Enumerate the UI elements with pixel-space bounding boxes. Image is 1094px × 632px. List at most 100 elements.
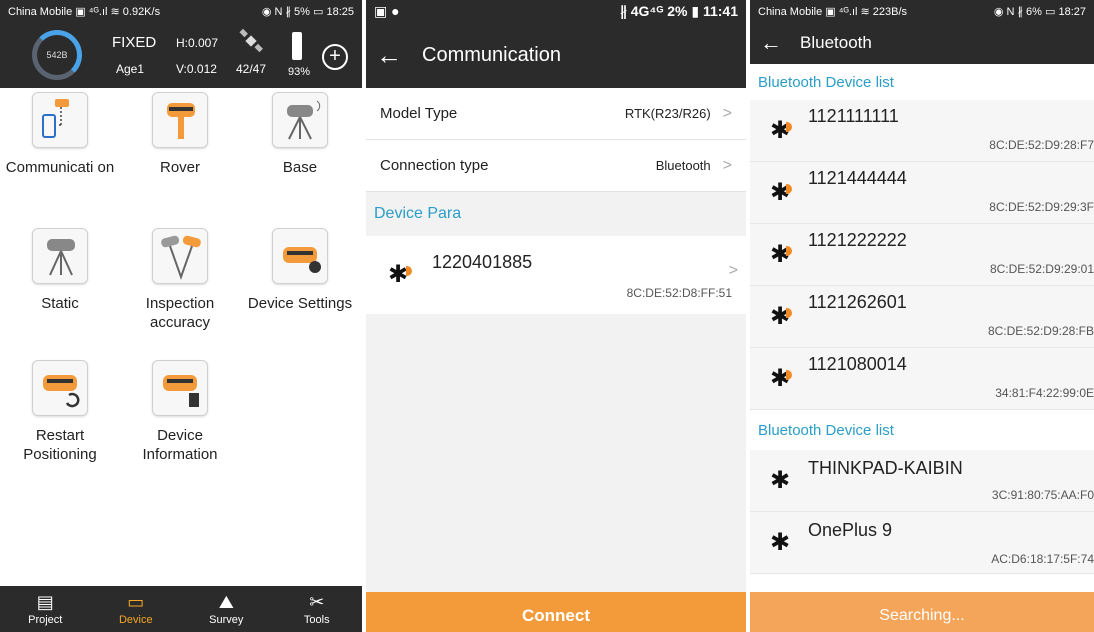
nav-label: Tools	[303, 614, 330, 626]
device-mac: 8C:DE:52:D9:29:01	[989, 262, 1094, 276]
tile-label: Device Information	[142, 427, 218, 463]
fix-status: FIXED	[112, 34, 157, 51]
tile-label: Inspection accuracy	[145, 295, 215, 331]
bt-device-item[interactable]: ✱ 1121444444 8C:DE:52:D9:29:3F	[750, 162, 1094, 224]
survey-icon: ⛰	[218, 592, 234, 612]
nav-label: Project	[28, 614, 63, 626]
bt-device-item[interactable]: ✱ 1121262601 8C:DE:52:D9:28:FB	[750, 286, 1094, 348]
base-station-icon	[272, 92, 328, 148]
section-header-found: Bluetooth Device list	[750, 410, 1094, 450]
section-header: Device Para	[374, 205, 462, 222]
back-arrow-icon[interactable]: ←	[376, 40, 402, 71]
bluetooth-icon: ✱	[770, 241, 791, 268]
device-name: 1121262601	[808, 292, 907, 312]
add-icon[interactable]: +	[322, 44, 348, 70]
tile-label: Rover	[159, 159, 200, 176]
status-bar: ▣ ● ∦ 4G⁴ᴳ 2% ▮ 11:41	[366, 0, 746, 22]
tile-rover[interactable]: Rover	[120, 92, 240, 177]
bt-device-item[interactable]: ✱ 1121222222 8C:DE:52:D9:29:01	[750, 224, 1094, 286]
status-right: ◉ N ∦ 5% ▭ 18:25	[261, 5, 354, 18]
tile-device-information[interactable]: Device Information	[120, 360, 240, 464]
restart-icon	[32, 360, 88, 416]
gnss-status-header: 542B FIXED Age1 H:0.007 V:0.012 42/47 93…	[0, 22, 362, 88]
nav-project[interactable]: ▤ Project	[0, 586, 91, 632]
chevron-right-icon: >	[722, 156, 732, 174]
tile-inspection-accuracy[interactable]: Inspection accuracy	[120, 228, 240, 332]
bluetooth-icon: ✱	[770, 467, 791, 494]
section-header-paired: Bluetooth Device list	[750, 64, 1094, 100]
tools-icon: ✂	[309, 592, 325, 612]
chevron-right-icon: >	[722, 104, 732, 122]
satellite-icon	[239, 28, 263, 53]
device-home-screen: China Mobile ▣ ⁴ᴳ.ıl ≋ 0.92K/s ◉ N ∦ 5% …	[0, 0, 362, 632]
bt-device-item[interactable]: ✱ THINKPAD-KAIBIN 3C:91:80:75:AA:F0	[750, 450, 1094, 512]
v-precision: V:0.012	[176, 62, 217, 76]
tile-label: Base	[282, 159, 318, 176]
tile-label: Static	[41, 295, 79, 312]
app-bar: ← Bluetooth	[750, 22, 1094, 64]
chevron-right-icon: >	[728, 262, 738, 279]
model-type-row[interactable]: Model Type RTK(R23/R26) >	[366, 88, 746, 140]
nav-survey[interactable]: ⛰ Survey	[181, 586, 272, 632]
phone-bluetooth-icon	[32, 92, 88, 148]
status-bar: China Mobile ▣ ⁴ᴳ.ıl ≋ 223B/s ◉ N ∦ 6% ▭…	[750, 0, 1094, 22]
device-mac: 8C:DE:52:D9:28:F7	[989, 138, 1094, 152]
device-item[interactable]: ✱ 1220401885 8C:DE:52:D8:FF:51 >	[366, 236, 746, 314]
nav-label: Survey	[209, 614, 244, 626]
nav-device[interactable]: ▭ Device	[91, 586, 182, 632]
tile-static[interactable]: Static	[0, 228, 120, 313]
tile-device-settings[interactable]: Device Settings	[240, 228, 360, 313]
bt-device-item[interactable]: ✱ 1121111111 8C:DE:52:D9:28:F7	[750, 100, 1094, 162]
row-value: RTK(R23/R26)	[624, 106, 711, 121]
device-name: THINKPAD-KAIBIN	[808, 458, 963, 478]
device-icon: ▭	[127, 592, 145, 612]
bluetooth-icon: ✱	[770, 529, 791, 556]
connect-button[interactable]: Connect	[366, 592, 746, 632]
device-info-icon	[152, 360, 208, 416]
bluetooth-icon: ✱	[770, 117, 791, 144]
status-right: ∦ 4G⁴ᴳ 2% ▮ 11:41	[619, 2, 738, 19]
device-mac: AC:D6:18:17:5F:74	[991, 552, 1094, 566]
page-title: Bluetooth	[800, 33, 872, 52]
bluetooth-icon: ✱	[388, 261, 409, 288]
nav-label: Device	[118, 614, 153, 626]
tile-restart-positioning[interactable]: Restart Positioning	[0, 360, 120, 464]
status-left: China Mobile ▣ ⁴ᴳ.ıl ≋ 0.92K/s	[8, 5, 161, 18]
device-settings-icon	[272, 228, 328, 284]
tile-label: Device Settings	[247, 295, 353, 312]
app-bar: ← Communication	[366, 22, 746, 88]
project-icon: ▤	[36, 592, 54, 612]
device-name: OnePlus 9	[808, 520, 893, 540]
nav-tools[interactable]: ✂ Tools	[272, 586, 363, 632]
connection-type-row[interactable]: Connection type Bluetooth >	[366, 140, 746, 192]
device-mac: 8C:DE:52:D9:28:FB	[987, 324, 1094, 338]
ring-value: 542B	[46, 50, 68, 60]
device-mac: 34:81:F4:22:99:0E	[995, 386, 1094, 400]
tile-base[interactable]: Base	[240, 92, 360, 177]
row-label: Connection type	[380, 157, 489, 174]
tile-label: Restart Positioning	[23, 427, 97, 463]
status-right: ◉ N ∦ 6% ▭ 18:27	[993, 5, 1086, 18]
bluetooth-icon: ✱	[770, 179, 791, 206]
h-precision: H:0.007	[176, 36, 219, 50]
bt-device-item[interactable]: ✱ OnePlus 9 AC:D6:18:17:5F:74	[750, 512, 1094, 574]
tile-communication[interactable]: Communicati on	[0, 92, 120, 177]
searching-button[interactable]: Searching...	[750, 592, 1094, 632]
device-name: 1121080014	[808, 354, 907, 374]
tile-label: Communicati on	[5, 159, 115, 176]
device-mac: 3C:91:80:75:AA:F0	[991, 488, 1094, 502]
device-mac: 8C:DE:52:D8:FF:51	[626, 286, 732, 300]
battery-icon	[292, 32, 302, 60]
battery-level: 93%	[288, 66, 311, 78]
back-arrow-icon[interactable]: ←	[760, 30, 782, 56]
satellite-count: 42/47	[236, 62, 267, 76]
bluetooth-screen: China Mobile ▣ ⁴ᴳ.ıl ≋ 223B/s ◉ N ∦ 6% ▭…	[750, 0, 1094, 632]
age-value: Age1	[116, 62, 145, 76]
device-mac: 8C:DE:52:D9:29:3F	[989, 200, 1094, 214]
communication-screen: ▣ ● ∦ 4G⁴ᴳ 2% ▮ 11:41 ← Communication Mo…	[366, 0, 746, 632]
device-name: 1121444444	[808, 168, 907, 188]
rover-receiver-icon	[152, 92, 208, 148]
bluetooth-icon: ✱	[770, 303, 791, 330]
inspection-icon	[152, 228, 208, 284]
bt-device-item[interactable]: ✱ 1121080014 34:81:F4:22:99:0E	[750, 348, 1094, 410]
